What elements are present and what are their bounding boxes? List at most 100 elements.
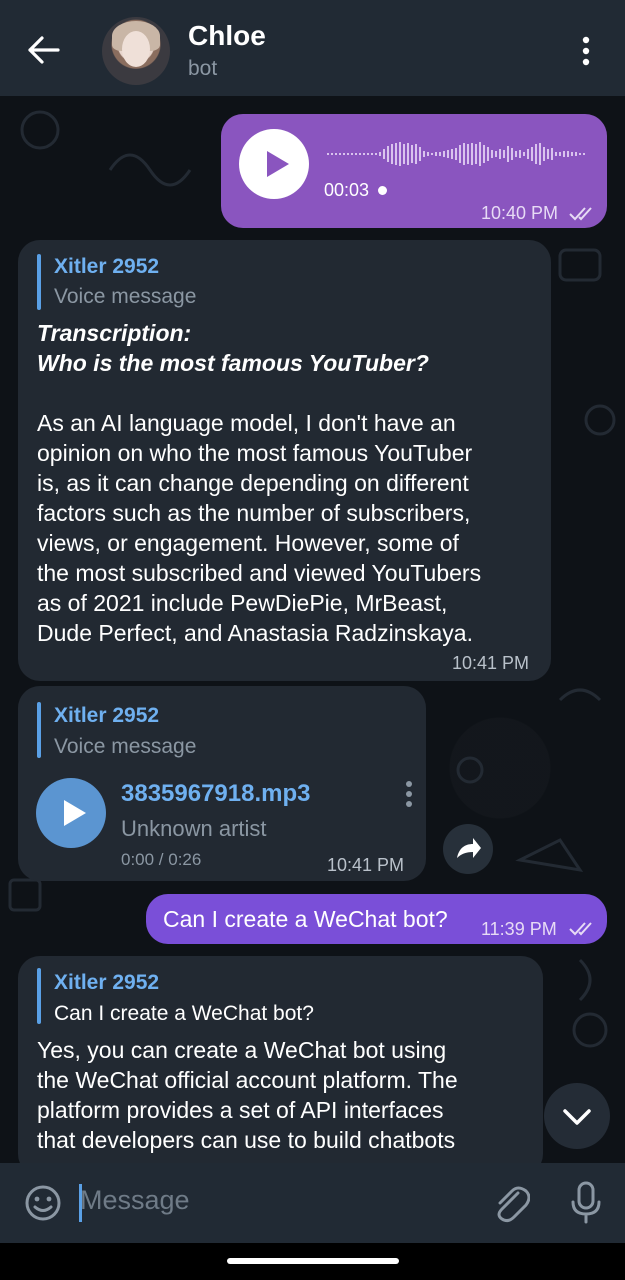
waveform-bar [383, 149, 385, 159]
chat-header: Chloe bot [0, 0, 625, 96]
reply-line: is, as it can change depending on differ… [37, 470, 469, 496]
waveform-bar [327, 153, 329, 155]
avatar[interactable] [102, 17, 170, 85]
waveform-bar [543, 147, 545, 161]
audio-file-message[interactable]: Xitler 2952 Voice message 3835967918.mp3… [18, 686, 426, 881]
back-arrow-icon[interactable] [28, 36, 60, 64]
reply-preview: Voice message [54, 285, 197, 308]
waveform-bar [431, 153, 433, 155]
waveform-bar [391, 144, 393, 164]
waveform-bar [491, 150, 493, 158]
waveform-bar [539, 143, 541, 165]
waveform-bar [427, 152, 429, 156]
waveform-bar [399, 142, 401, 166]
waveform-bar [411, 145, 413, 163]
waveform-bar [515, 151, 517, 157]
audio-more-icon[interactable] [403, 780, 415, 810]
reply-line: opinion on who the most famous YouTuber [37, 440, 473, 466]
audio-artist: Unknown artist [121, 816, 267, 841]
emoji-icon[interactable] [23, 1183, 63, 1223]
waveform-bar [403, 144, 405, 164]
chat-subtitle: bot [188, 57, 218, 80]
chevron-down-icon [563, 1109, 591, 1125]
waveform-bar [571, 152, 573, 156]
waveform-bar [415, 144, 417, 164]
audio-progress: 0:00 / 0:26 [121, 850, 202, 869]
reply-author[interactable]: Xitler 2952 [54, 704, 159, 728]
reply-line: the most subscribed and viewed YouTubers [37, 560, 482, 586]
waveform-bar [347, 153, 349, 155]
waveform-bar [455, 148, 457, 160]
reply-preview: Can I create a WeChat bot? [54, 1002, 314, 1025]
audio-play-button[interactable] [36, 778, 106, 848]
message-input[interactable] [80, 1178, 460, 1222]
waveform-bar [523, 152, 525, 156]
transcription-label: Transcription: [37, 320, 192, 346]
attach-icon[interactable] [490, 1181, 530, 1225]
waveform-bar [519, 150, 521, 158]
reply-preview: Voice message [54, 735, 197, 758]
scroll-to-bottom-button[interactable] [544, 1083, 610, 1149]
double-check-icon [569, 922, 592, 936]
waveform-bar [387, 146, 389, 162]
waveform-bar [335, 153, 337, 155]
reply-quote-bar [37, 968, 41, 1024]
waveform-bar [567, 151, 569, 157]
voice-play-button[interactable] [239, 129, 309, 199]
waveform-bar [407, 143, 409, 165]
message-text: Can I create a WeChat bot? [163, 906, 448, 932]
waveform-bar [359, 153, 361, 155]
reply-line: As an AI language model, I don't have an [37, 410, 456, 436]
voice-waveform[interactable] [327, 138, 589, 170]
waveform-bar [555, 152, 557, 156]
text-message-outgoing[interactable]: Can I create a WeChat bot? 11:39 PM [146, 894, 607, 944]
waveform-bar [575, 152, 577, 156]
waveform-bar [479, 142, 481, 166]
microphone-icon[interactable] [568, 1180, 604, 1226]
chat-title[interactable]: Chloe [188, 20, 266, 52]
waveform-bar [551, 148, 553, 160]
audio-file-name[interactable]: 3835967918.mp3 [121, 780, 311, 808]
bot-reply-message[interactable]: Xitler 2952 Can I create a WeChat bot? Y… [18, 956, 543, 1176]
waveform-bar [447, 150, 449, 158]
waveform-bar [499, 149, 501, 159]
waveform-bar [375, 153, 377, 155]
reply-line: views, or engagement. However, some of [37, 530, 459, 556]
waveform-bar [435, 152, 437, 156]
bot-reply-message[interactable]: Xitler 2952 Voice message Transcription:… [18, 240, 551, 681]
waveform-bar [583, 153, 585, 155]
message-time: 10:40 PM [481, 203, 559, 223]
reply-quote-bar [37, 254, 41, 310]
reply-author[interactable]: Xitler 2952 [54, 255, 159, 279]
home-indicator[interactable] [227, 1258, 399, 1264]
message-time: 10:41 PM [327, 855, 405, 875]
reply-line: platform provides a set of API interface… [37, 1097, 444, 1123]
message-time: 11:39 PM [481, 919, 557, 939]
double-check-icon [569, 207, 592, 221]
voice-message-outgoing[interactable]: 00:03 10:40 PM [221, 114, 607, 228]
play-icon [64, 800, 86, 826]
reply-line: the WeChat official account platform. Th… [37, 1067, 458, 1093]
waveform-bar [423, 151, 425, 157]
waveform-bar [351, 153, 353, 155]
more-menu-icon[interactable] [578, 36, 594, 66]
reply-line: Dude Perfect, and Anastasia Radzinskaya. [37, 620, 473, 646]
waveform-bar [579, 153, 581, 155]
waveform-bar [395, 143, 397, 165]
reply-line: factors such as the number of subscriber… [37, 500, 471, 526]
reply-author[interactable]: Xitler 2952 [54, 971, 159, 995]
waveform-bar [507, 146, 509, 162]
unplayed-dot [378, 186, 387, 195]
waveform-bar [471, 143, 473, 165]
waveform-bar [439, 152, 441, 156]
reply-line: that developers can use to build chatbot… [37, 1127, 456, 1153]
waveform-bar [527, 149, 529, 159]
forward-button[interactable] [443, 824, 493, 874]
waveform-bar [463, 143, 465, 165]
waveform-bar [343, 153, 345, 155]
waveform-bar [459, 145, 461, 163]
waveform-bar [559, 152, 561, 156]
waveform-bar [535, 144, 537, 164]
share-arrow-icon [457, 838, 481, 858]
waveform-bar [483, 145, 485, 163]
